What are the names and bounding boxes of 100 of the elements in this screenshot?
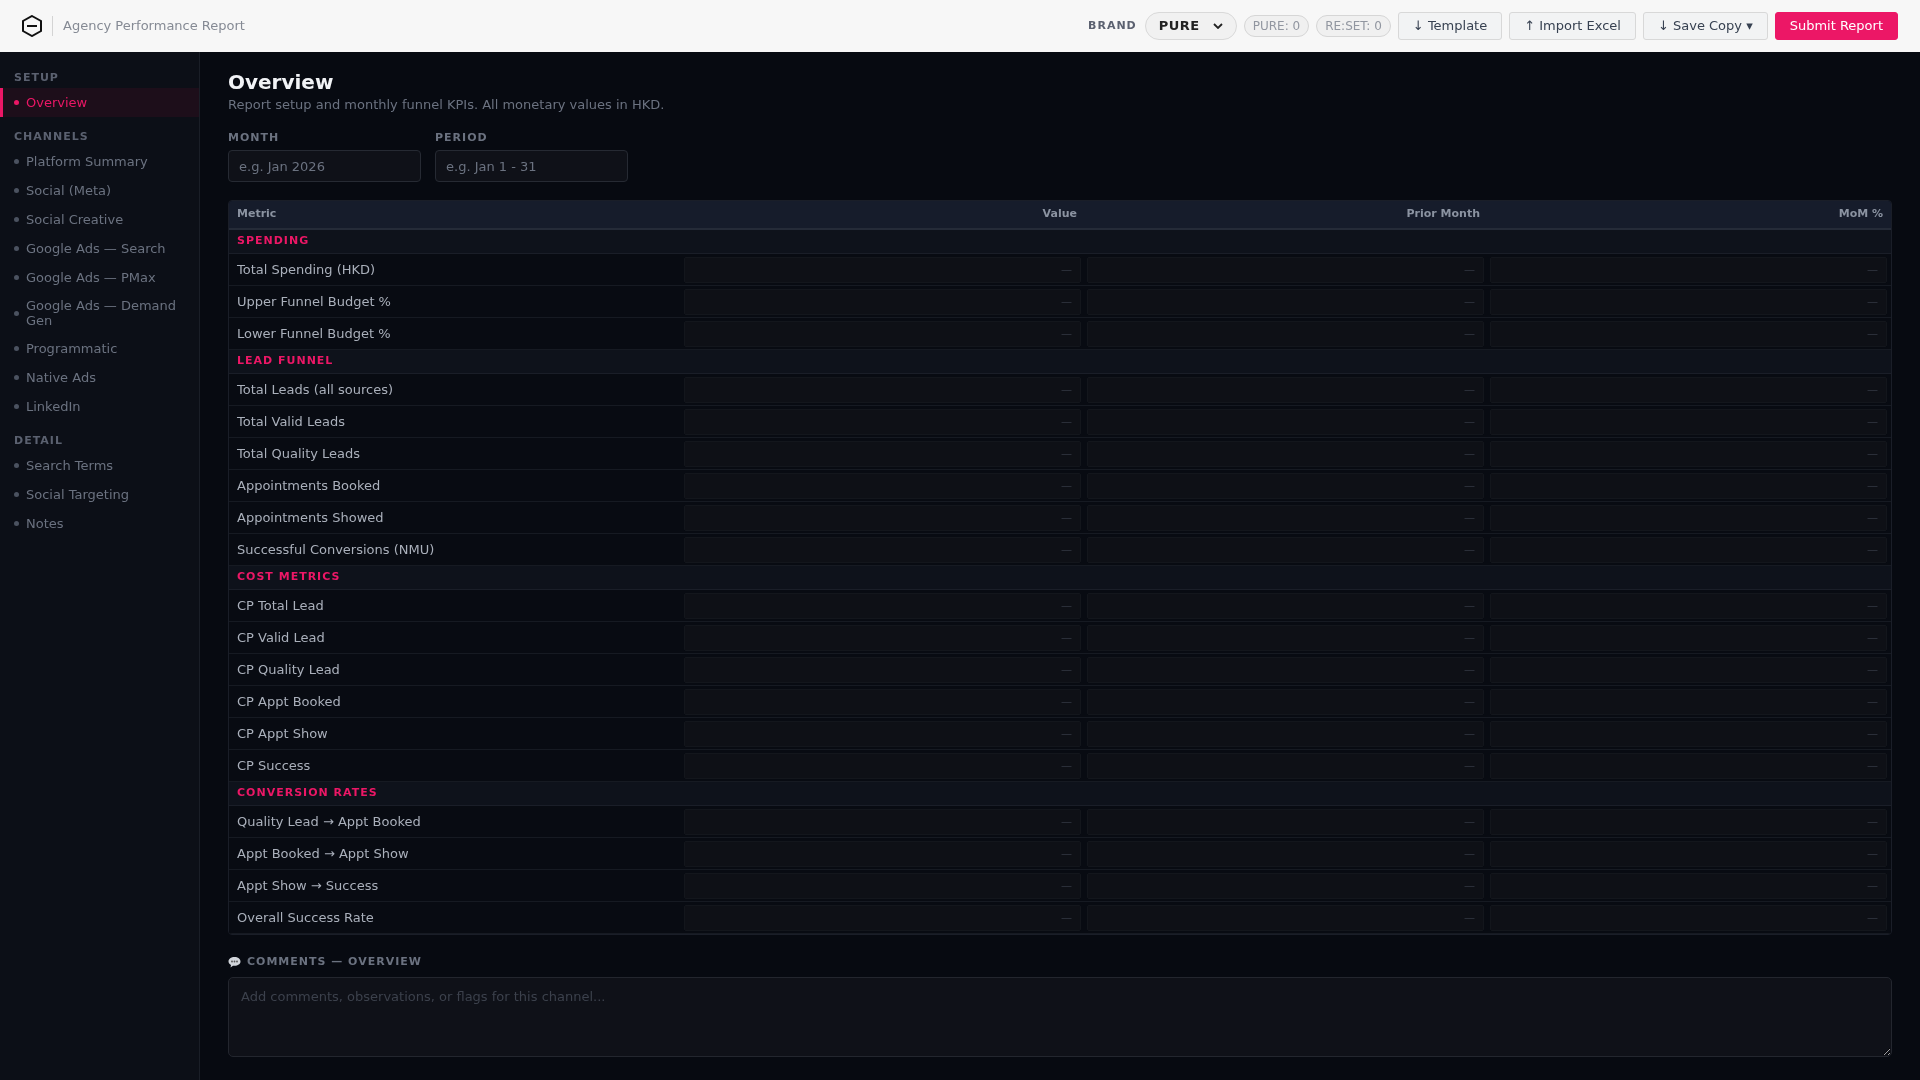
metric-label: CP Appt Show xyxy=(236,724,329,743)
value-input[interactable]: — xyxy=(684,408,1081,435)
metric-label: Total Valid Leads xyxy=(236,412,346,431)
sidebar-item[interactable]: Native Ads xyxy=(0,363,199,392)
metric-label: Overall Success Rate xyxy=(236,908,375,927)
metric-label: Appointments Showed xyxy=(236,508,385,527)
metric-label: CP Quality Lead xyxy=(236,660,341,679)
brand-select[interactable]: PURE xyxy=(1144,12,1237,40)
value-input[interactable]: — xyxy=(684,376,1081,403)
count-badge: PURE: 0 xyxy=(1243,15,1310,37)
value-input[interactable]: — xyxy=(1490,320,1887,347)
field-label: PERIOD xyxy=(435,129,489,146)
value-input[interactable]: — xyxy=(1087,288,1484,315)
value-input[interactable]: — xyxy=(1087,472,1484,499)
sidebar-item[interactable]: Social Creative xyxy=(0,205,199,234)
toolbar-button[interactable]: ↓ Template xyxy=(1397,12,1503,40)
value-input[interactable]: — xyxy=(1087,504,1484,531)
value-input[interactable]: — xyxy=(684,872,1081,899)
sidebar-item[interactable]: Social Targeting xyxy=(0,480,199,509)
value-input[interactable]: — xyxy=(684,320,1081,347)
value-input[interactable]: — xyxy=(684,256,1081,283)
metric-label: CP Success xyxy=(236,756,312,775)
sidebar-item[interactable]: Google Ads — PMax xyxy=(0,263,199,292)
value-input[interactable]: — xyxy=(1490,624,1887,651)
value-input[interactable]: — xyxy=(1490,472,1887,499)
value-input[interactable]: — xyxy=(1087,840,1484,867)
value-input[interactable]: — xyxy=(684,752,1081,779)
value-input[interactable]: — xyxy=(1490,872,1887,899)
column-header: Metric xyxy=(236,206,278,223)
value-input[interactable]: — xyxy=(1087,256,1484,283)
value-input[interactable]: — xyxy=(684,688,1081,715)
metric-label: Total Leads (all sources) xyxy=(236,380,395,399)
value-input[interactable]: — xyxy=(1490,688,1887,715)
group-heading: SPENDING xyxy=(237,233,310,250)
value-input[interactable]: — xyxy=(1490,904,1887,931)
value-input[interactable]: — xyxy=(1490,840,1887,867)
group-heading: COST METRICS xyxy=(237,569,341,586)
value-input[interactable]: — xyxy=(684,720,1081,747)
value-input[interactable]: — xyxy=(684,592,1081,619)
sidebar-item[interactable]: LinkedIn xyxy=(0,392,199,421)
value-input[interactable]: — xyxy=(1490,408,1887,435)
sidebar-item[interactable]: Google Ads — Demand Gen xyxy=(0,292,199,334)
sidebar-item[interactable]: Notes xyxy=(0,509,199,538)
value-input[interactable]: — xyxy=(1087,624,1484,651)
sidebar-item[interactable]: Platform Summary xyxy=(0,147,199,176)
column-header: MoM % xyxy=(1837,206,1884,223)
value-input[interactable]: — xyxy=(684,840,1081,867)
value-input[interactable]: — xyxy=(1087,904,1484,931)
metric-label: Lower Funnel Budget % xyxy=(236,324,392,343)
comments-label: COMMENTS — OVERVIEW xyxy=(247,954,422,970)
value-input[interactable]: — xyxy=(1490,720,1887,747)
chevron-down-icon xyxy=(1212,23,1223,29)
value-input[interactable]: — xyxy=(684,904,1081,931)
group-heading: LEAD FUNNEL xyxy=(237,353,334,370)
value-input[interactable]: — xyxy=(684,808,1081,835)
sidebar-heading: SETUP xyxy=(13,70,60,86)
input-field[interactable]: e.g. Jan 1 - 31 xyxy=(435,150,628,182)
value-input[interactable]: — xyxy=(1087,720,1484,747)
value-input[interactable]: — xyxy=(1490,440,1887,467)
field-label: MONTH xyxy=(228,129,281,146)
metric-label: Quality Lead → Appt Booked xyxy=(236,812,422,831)
value-input[interactable]: — xyxy=(1490,536,1887,563)
value-input[interactable]: — xyxy=(1087,440,1484,467)
value-input[interactable]: — xyxy=(1087,536,1484,563)
toolbar-button[interactable]: ↑ Import Excel xyxy=(1509,12,1636,40)
value-input[interactable]: — xyxy=(1490,288,1887,315)
sidebar-item[interactable]: Social (Meta) xyxy=(0,176,199,205)
value-input[interactable]: — xyxy=(1490,656,1887,683)
metric-label: CP Total Lead xyxy=(236,596,325,615)
value-input[interactable]: — xyxy=(1087,688,1484,715)
value-input[interactable]: — xyxy=(684,504,1081,531)
value-input[interactable]: — xyxy=(684,624,1081,651)
value-input[interactable]: — xyxy=(1490,376,1887,403)
input-field[interactable]: e.g. Jan 2026 xyxy=(228,150,421,182)
value-input[interactable]: — xyxy=(1087,656,1484,683)
value-input[interactable]: — xyxy=(1087,592,1484,619)
submit-button[interactable]: Submit Report xyxy=(1774,12,1898,40)
value-input[interactable]: — xyxy=(684,536,1081,563)
value-input[interactable]: — xyxy=(684,656,1081,683)
value-input[interactable]: — xyxy=(1087,320,1484,347)
value-input[interactable]: — xyxy=(1087,808,1484,835)
value-input[interactable]: — xyxy=(1490,752,1887,779)
value-input[interactable]: — xyxy=(1087,376,1484,403)
page-subtitle: Report setup and monthly funnel KPIs. All monetary values in HKD. xyxy=(228,96,666,114)
column-header: Value xyxy=(1041,206,1078,223)
value-input[interactable]: — xyxy=(684,472,1081,499)
sidebar-item[interactable]: Search Terms xyxy=(0,451,199,480)
value-input[interactable]: — xyxy=(1490,808,1887,835)
sidebar-item[interactable]: Programmatic xyxy=(0,334,199,363)
value-input[interactable]: — xyxy=(1087,872,1484,899)
value-input[interactable]: — xyxy=(1490,504,1887,531)
toolbar-button[interactable]: ↓ Save Copy ▾ xyxy=(1642,12,1768,40)
sidebar-item[interactable]: Google Ads — Search xyxy=(0,234,199,263)
value-input[interactable]: — xyxy=(684,288,1081,315)
value-input[interactable]: — xyxy=(1087,408,1484,435)
sidebar-item[interactable]: Overview xyxy=(0,88,199,117)
value-input[interactable]: — xyxy=(1490,256,1887,283)
value-input[interactable]: — xyxy=(1490,592,1887,619)
value-input[interactable]: — xyxy=(684,440,1081,467)
value-input[interactable]: — xyxy=(1087,752,1484,779)
